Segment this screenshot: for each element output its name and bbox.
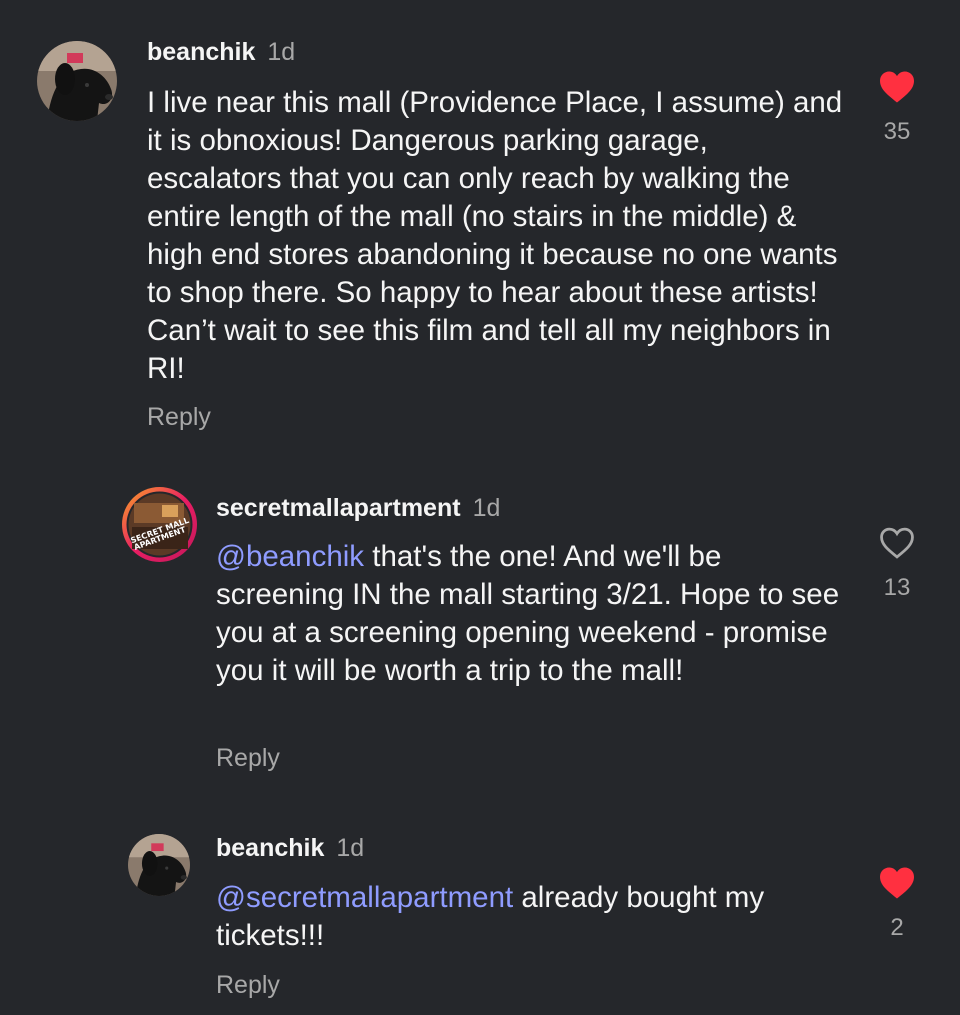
username[interactable]: beanchik bbox=[147, 38, 255, 66]
timestamp: 1d bbox=[267, 38, 296, 66]
username[interactable]: beanchik bbox=[216, 834, 324, 862]
secret-mall-apartment-logo-icon: SECRET MALL APARTMENT bbox=[126, 491, 193, 558]
like-control: 13 bbox=[867, 526, 927, 602]
comment-text: I live near this mall (Providence Place,… bbox=[147, 84, 847, 388]
dog-avatar-icon bbox=[37, 41, 117, 121]
comment-meta: beanchik 1d bbox=[147, 38, 295, 67]
heart-outline-icon[interactable] bbox=[878, 526, 916, 560]
timestamp: 1d bbox=[472, 494, 501, 522]
mention-link[interactable]: @beanchik bbox=[216, 540, 364, 573]
reply-button[interactable]: Reply bbox=[216, 971, 280, 1000]
comment-body: I live near this mall (Providence Place,… bbox=[147, 86, 843, 385]
like-control: 2 bbox=[867, 866, 927, 942]
reply-button[interactable]: Reply bbox=[216, 744, 280, 773]
heart-filled-icon[interactable] bbox=[878, 70, 916, 104]
username[interactable]: secretmallapartment bbox=[216, 494, 461, 522]
comment-meta: beanchik 1d bbox=[216, 834, 364, 863]
like-control: 35 bbox=[867, 70, 927, 146]
comment-text: @secretmallapartment already bought my t… bbox=[216, 879, 846, 955]
timestamp: 1d bbox=[336, 834, 365, 862]
reply-button[interactable]: Reply bbox=[147, 403, 211, 432]
dog-avatar-icon bbox=[128, 834, 190, 896]
like-count: 2 bbox=[890, 914, 904, 941]
like-count: 13 bbox=[883, 574, 911, 601]
avatar[interactable]: SECRET MALL APARTMENT bbox=[122, 487, 197, 562]
heart-filled-icon[interactable] bbox=[878, 866, 916, 900]
avatar[interactable] bbox=[37, 41, 117, 121]
like-count: 35 bbox=[883, 118, 911, 145]
avatar[interactable] bbox=[128, 834, 190, 896]
comment-meta: secretmallapartment 1d bbox=[216, 494, 500, 523]
comment-text: @beanchik that's the one! And we'll be s… bbox=[216, 538, 846, 690]
mention-link[interactable]: @secretmallapartment bbox=[216, 881, 513, 914]
